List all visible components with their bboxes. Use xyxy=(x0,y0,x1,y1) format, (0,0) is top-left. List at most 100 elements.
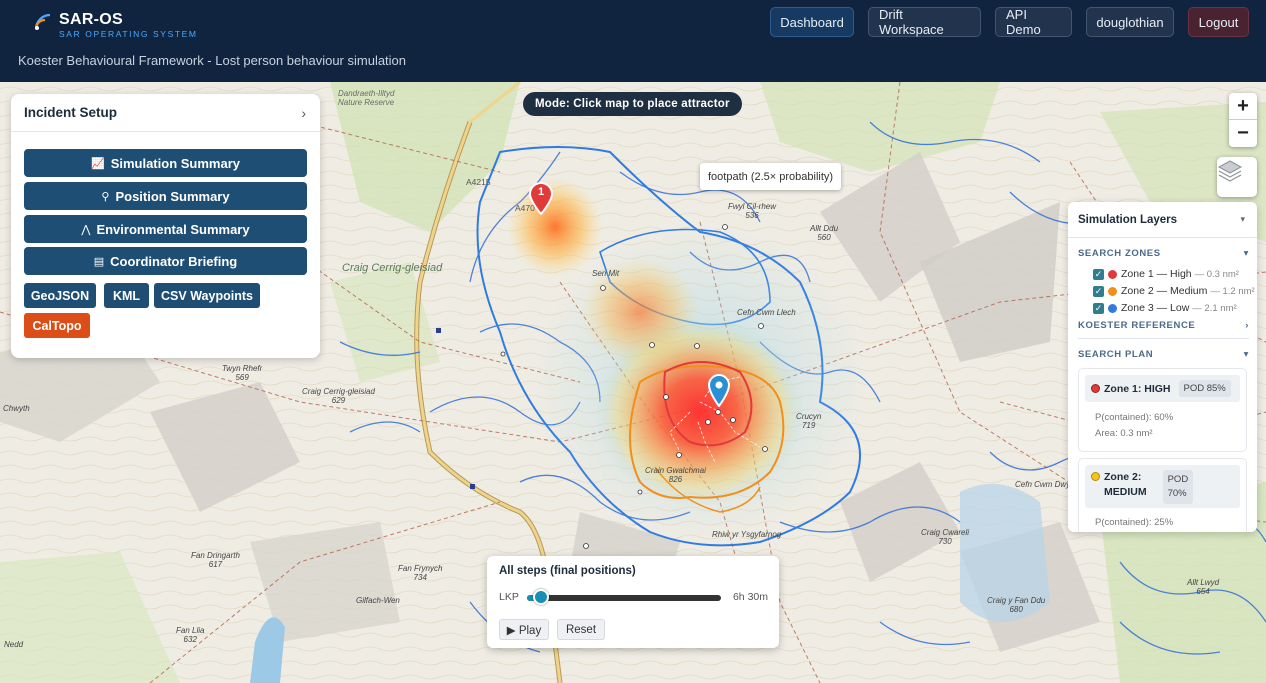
layer-switcher-button[interactable] xyxy=(1217,157,1257,197)
map-label: Fan Frynych 734 xyxy=(398,564,443,582)
attractor-marker-number: 1 xyxy=(537,186,545,198)
top-nav: Dashboard Drift Workspace API Demo dougl… xyxy=(756,7,1249,37)
search-zones-header[interactable]: SEARCH ZONES ▾ xyxy=(1078,248,1249,259)
map-label: Rhiw yr Ysgyfarnog xyxy=(712,530,782,539)
map-tooltip: footpath (2.5× probability) xyxy=(700,163,842,190)
simulation-summary-button[interactable]: 📈 Simulation Summary xyxy=(24,149,307,177)
checkbox-checked-icon[interactable]: ✓ xyxy=(1093,302,1104,314)
time-slider-track[interactable] xyxy=(527,595,721,601)
nav-dashboard-button[interactable]: Dashboard xyxy=(770,7,854,37)
search-plan-card-zone-2[interactable]: Zone 2: MEDIUM POD 70% P(contained): 25% xyxy=(1078,458,1247,532)
divider xyxy=(1078,338,1249,339)
position-summary-label: Position Summary xyxy=(115,188,230,204)
plan-card-header: Zone 2: MEDIUM POD 70% xyxy=(1085,465,1240,508)
zone-color-dot xyxy=(1108,269,1117,279)
document-icon: ▤ xyxy=(93,255,105,268)
position-summary-button[interactable]: ⚲ Position Summary xyxy=(24,182,307,210)
zone-area: — 2.1 nm² xyxy=(1192,302,1237,314)
map-label: Sen Mit xyxy=(592,269,620,278)
attractor-marker[interactable]: 1 xyxy=(528,181,554,215)
plan-zone-title: Zone 1: HIGH xyxy=(1104,382,1171,395)
coordinator-briefing-button[interactable]: ▤ Coordinator Briefing xyxy=(24,247,307,275)
page-subtitle: Koester Behavioural Framework - Lost per… xyxy=(18,53,407,68)
incident-setup-header[interactable]: Incident Setup › xyxy=(11,94,320,132)
plan-contained: P(contained): 25% xyxy=(1095,517,1174,528)
map-canvas[interactable]: Dandraeth-Illtyd Nature Reserve A4215 A47… xyxy=(0,82,1266,683)
zone-area: — 0.3 nm² xyxy=(1194,268,1239,280)
search-plan-card-zone-1[interactable]: Zone 1: HIGH POD 85% P(contained): 60% A… xyxy=(1078,368,1247,452)
chevron-down-icon: ▾ xyxy=(1243,349,1249,360)
incident-setup-panel: Incident Setup › 📈 Simulation Summary ⚲ … xyxy=(11,94,320,358)
nav-user-button[interactable]: douglothian xyxy=(1086,7,1174,37)
koester-reference-header[interactable]: KOESTER REFERENCE › xyxy=(1078,320,1249,331)
lkp-marker[interactable] xyxy=(707,373,731,407)
signal-icon xyxy=(34,13,51,30)
zone-color-dot xyxy=(1108,286,1117,296)
plan-zone-title: Zone 2: MEDIUM xyxy=(1104,471,1147,498)
pin-icon: ⚲ xyxy=(101,190,110,203)
map-label: Chwyth xyxy=(3,404,30,413)
zone-color-dot xyxy=(1108,303,1117,313)
zone-1-toggle[interactable]: ✓ Zone 1 — High — 0.3 nm² xyxy=(1093,268,1239,280)
chevron-right-icon[interactable]: › xyxy=(301,105,306,121)
map-label: Fan Dringarth 617 xyxy=(191,551,240,569)
app-logo[interactable]: SAR-OS SAR OPERATING SYSTEM xyxy=(33,11,198,40)
search-plan-header[interactable]: SEARCH PLAN ▾ xyxy=(1078,349,1249,360)
map-label: Twyn Rhefr 569 xyxy=(222,364,263,382)
pod-badge: POD 85% xyxy=(1178,380,1231,397)
reset-button[interactable]: Reset xyxy=(557,619,605,640)
zone-area: — 1.2 nm² xyxy=(1210,285,1255,297)
map-label: Allt Lwyd 654 xyxy=(1187,578,1220,596)
time-slider-title: All steps (final positions) xyxy=(499,565,636,577)
logo-title: SAR-OS xyxy=(59,11,124,28)
simulation-summary-label: Simulation Summary xyxy=(110,155,240,171)
mountain-icon: ⋀ xyxy=(81,223,91,236)
map-mode-indicator: Mode: Click map to place attractor xyxy=(523,92,742,116)
chevron-right-icon: › xyxy=(1245,320,1249,331)
simulation-layers-header[interactable]: Simulation Layers ▾ xyxy=(1068,202,1257,238)
map-label: Gilfach-Wen xyxy=(356,596,400,605)
map-label: Cefn Cwm Llech xyxy=(737,308,796,317)
plan-card-header: Zone 1: HIGH POD 85% xyxy=(1085,375,1240,402)
zone-2-toggle[interactable]: ✓ Zone 2 — Medium — 1.2 nm² xyxy=(1093,285,1255,297)
pod-badge: POD 70% xyxy=(1162,470,1194,504)
map-label: Fwyl Cil-rhew 536 xyxy=(728,202,776,220)
time-slider-handle[interactable] xyxy=(532,589,549,605)
search-zones-label: SEARCH ZONES xyxy=(1078,248,1161,259)
plan-area: Area: 0.3 nm² xyxy=(1095,428,1153,439)
plan-contained: P(contained): 60% xyxy=(1095,412,1174,423)
map-label: Nedd xyxy=(4,640,24,649)
zone-3-toggle[interactable]: ✓ Zone 3 — Low — 2.1 nm² xyxy=(1093,302,1237,314)
zone-label: Zone 3 — Low xyxy=(1121,302,1190,314)
export-kml-button[interactable]: KML xyxy=(104,283,149,308)
map-label: A4215 xyxy=(466,177,491,187)
chevron-down-icon[interactable]: ▾ xyxy=(1240,214,1245,225)
export-geojson-button[interactable]: GeoJSON xyxy=(24,283,96,308)
checkbox-checked-icon[interactable]: ✓ xyxy=(1093,285,1104,297)
export-caltopo-button[interactable]: CalTopo xyxy=(24,313,90,338)
environmental-summary-button[interactable]: ⋀ Environmental Summary xyxy=(24,215,307,243)
nav-drift-workspace-button[interactable]: Drift Workspace xyxy=(868,7,981,37)
layers-icon xyxy=(1217,160,1243,182)
simulation-layers-panel: Simulation Layers ▾ SEARCH ZONES ▾ ✓ Zone… xyxy=(1068,202,1257,532)
checkbox-checked-icon[interactable]: ✓ xyxy=(1093,268,1104,280)
map-label: Crain Gwalchmai 826 xyxy=(645,466,706,484)
zoom-out-button[interactable]: − xyxy=(1229,120,1257,147)
map-label: Craig Cerrig-gleisiad 629 xyxy=(302,387,375,405)
map-label: Craig Cerrig-gleisiad xyxy=(342,262,443,274)
zone-label: Zone 2 — Medium xyxy=(1121,285,1208,297)
map-label: Allt Ddu 560 xyxy=(810,224,839,242)
map-label: Craig y Fan Ddu 680 xyxy=(987,596,1046,614)
time-slider-panel: All steps (final positions) LKP 6h 30m ▶… xyxy=(487,556,779,648)
play-button[interactable]: ▶ Play xyxy=(499,619,549,640)
coordinator-briefing-label: Coordinator Briefing xyxy=(110,253,238,269)
logo-subtitle: SAR OPERATING SYSTEM xyxy=(59,29,198,39)
logout-button[interactable]: Logout xyxy=(1188,7,1249,37)
zone-color-dot xyxy=(1091,384,1100,393)
map-label: Crucyn 719 xyxy=(796,412,822,430)
koester-reference-label: KOESTER REFERENCE xyxy=(1078,320,1196,331)
zoom-in-button[interactable]: + xyxy=(1229,93,1257,120)
simulation-layers-title: Simulation Layers xyxy=(1078,213,1178,226)
nav-api-demo-button[interactable]: API Demo xyxy=(995,7,1072,37)
export-csv-button[interactable]: CSV Waypoints xyxy=(154,283,260,308)
